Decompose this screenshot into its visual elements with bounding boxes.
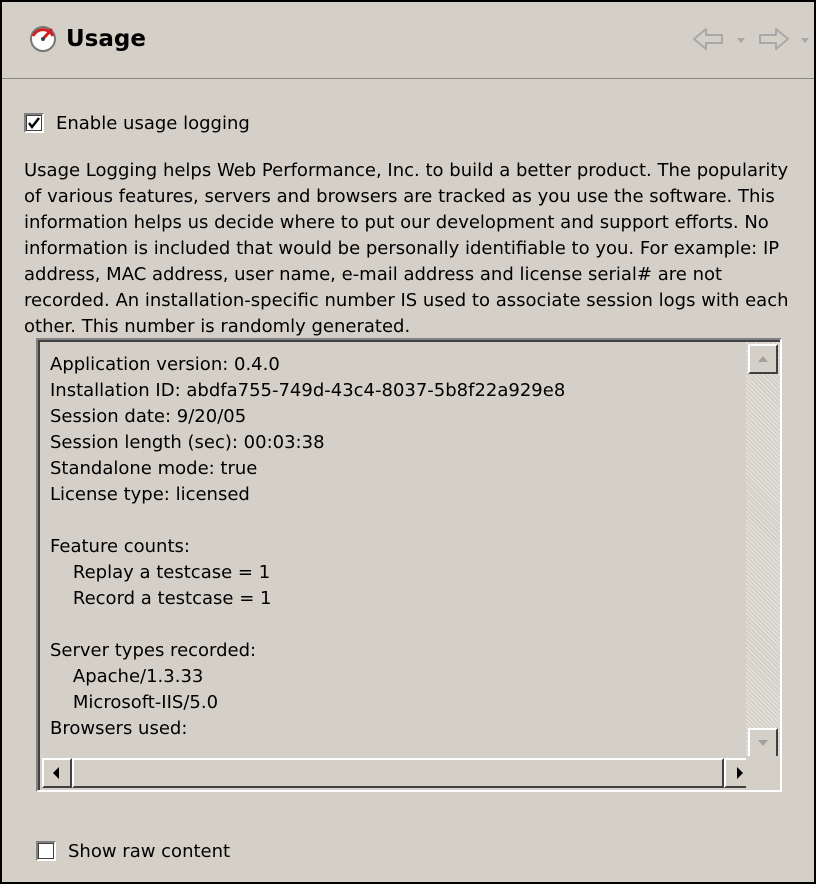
horizontal-scrollbar[interactable] bbox=[40, 756, 754, 790]
usage-settings: Enable usage logging Usage Logging helps… bbox=[24, 110, 814, 340]
log-line: Server types recorded: bbox=[50, 640, 257, 661]
horizontal-scroll-thumb[interactable] bbox=[72, 758, 724, 788]
scroll-down-icon bbox=[758, 740, 768, 746]
log-line: Session date: 9/20/05 bbox=[50, 406, 247, 427]
scroll-left-button[interactable] bbox=[42, 758, 72, 788]
log-line: License type: licensed bbox=[50, 484, 250, 505]
forward-arrow-icon[interactable] bbox=[756, 26, 790, 52]
log-line: Session length (sec): 00:03:38 bbox=[50, 432, 325, 453]
show-raw-checkbox[interactable] bbox=[36, 841, 56, 861]
checkmark-icon bbox=[28, 117, 40, 129]
vertical-scrollbar[interactable] bbox=[746, 342, 780, 758]
scroll-down-button[interactable] bbox=[748, 728, 778, 758]
log-line: Installation ID: abdfa755-749d-43c4-8037… bbox=[50, 380, 566, 401]
scroll-up-icon bbox=[758, 356, 768, 362]
view-titlebar: Usage bbox=[2, 2, 814, 79]
enable-logging-label[interactable]: Enable usage logging bbox=[56, 113, 250, 134]
log-line: Replay a testcase = 1 bbox=[50, 562, 271, 583]
usage-log-text[interactable]: Application version: 0.4.0 Installation I… bbox=[50, 352, 740, 746]
show-raw-row[interactable]: Show raw content bbox=[36, 838, 230, 864]
log-line: Microsoft-IIS/5.0 bbox=[50, 692, 219, 713]
log-line: Mozilla/4.0 (compatible; MSIE 6.0; Windo… bbox=[50, 742, 740, 746]
scroll-up-button[interactable] bbox=[748, 344, 778, 374]
forward-history-dropdown[interactable] bbox=[798, 26, 812, 52]
enable-logging-checkbox[interactable] bbox=[24, 113, 44, 133]
usage-view: Usage Enable usage logging Usage Logging… bbox=[0, 0, 816, 884]
log-line: Apache/1.3.33 bbox=[50, 666, 204, 687]
gauge-icon bbox=[28, 24, 58, 54]
view-title: Usage bbox=[66, 26, 146, 52]
log-line: Browsers used: bbox=[50, 718, 188, 739]
usage-log-box[interactable]: Application version: 0.4.0 Installation I… bbox=[36, 338, 782, 792]
log-line: Standalone mode: true bbox=[50, 458, 258, 479]
log-line: Feature counts: bbox=[50, 536, 190, 557]
scroll-left-icon bbox=[53, 767, 59, 779]
log-line: Application version: 0.4.0 bbox=[50, 354, 280, 375]
back-history-dropdown[interactable] bbox=[734, 26, 748, 52]
scrollbar-corner bbox=[746, 756, 780, 790]
show-raw-label[interactable]: Show raw content bbox=[68, 841, 230, 862]
usage-description: Usage Logging helps Web Performance, Inc… bbox=[24, 160, 789, 337]
enable-logging-row[interactable]: Enable usage logging bbox=[24, 110, 814, 136]
back-arrow-icon[interactable] bbox=[692, 26, 726, 52]
log-line: Record a testcase = 1 bbox=[50, 588, 272, 609]
